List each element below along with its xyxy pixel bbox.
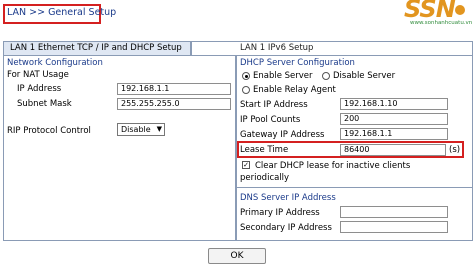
pool-count-label: IP Pool Counts: [240, 115, 301, 125]
gateway-ip-label: Gateway IP Address: [240, 130, 325, 140]
lease-time-label: Lease Time: [240, 145, 289, 155]
disable-server-radio[interactable]: [322, 72, 330, 80]
tab-lan1-ethernet[interactable]: LAN 1 Ethernet TCP / IP and DHCP Setup: [3, 41, 191, 55]
breadcrumb: LAN >> General Setup: [7, 7, 117, 18]
gateway-ip-input[interactable]: 192.168.1.1: [340, 128, 448, 140]
ok-button[interactable]: OK: [208, 248, 266, 264]
tab-lan1-ipv6-label: LAN 1 IPv6 Setup: [240, 43, 314, 53]
network-config-title: Network Configuration: [7, 58, 103, 68]
dropdown-arrow-icon: ▼: [156, 125, 162, 133]
logo-tagline: www.sonhanhcuatu.vn: [410, 20, 473, 26]
nat-usage-label: For NAT Usage: [7, 70, 69, 80]
dns-divider: [237, 187, 473, 188]
enable-server-label: Enable Server: [253, 71, 313, 81]
secondary-dns-label: Secondary IP Address: [240, 223, 332, 233]
primary-dns-label: Primary IP Address: [240, 208, 320, 218]
relay-agent-label: Enable Relay Agent: [253, 85, 336, 95]
subnet-mask-label: Subnet Mask: [17, 99, 72, 109]
brand-logo: SSN www.sonhanhcuatu.vn: [396, 0, 474, 30]
rip-protocol-label: RIP Protocol Control: [7, 126, 91, 136]
lease-time-input[interactable]: 86400: [340, 144, 446, 156]
primary-dns-input[interactable]: [340, 206, 448, 218]
clear-lease-label: Clear DHCP lease for inactive clients: [255, 161, 411, 171]
rip-protocol-select[interactable]: Disable ▼: [117, 123, 165, 136]
checkmark-icon: ✓: [243, 161, 249, 169]
rip-protocol-value: Disable: [121, 125, 151, 134]
logo-dot-icon: [455, 5, 465, 15]
relay-agent-radio[interactable]: [242, 86, 250, 94]
dns-server-title: DNS Server IP Address: [240, 193, 336, 203]
subnet-mask-input[interactable]: 255.255.255.0: [117, 98, 231, 110]
disable-server-label: Disable Server: [333, 71, 396, 81]
start-ip-input[interactable]: 192.168.1.10: [340, 98, 448, 110]
clear-lease-checkbox[interactable]: ✓: [242, 161, 250, 169]
start-ip-label: Start IP Address: [240, 100, 308, 110]
enable-server-radio[interactable]: [242, 72, 250, 80]
ip-address-label: IP Address: [17, 84, 62, 94]
dhcp-config-title: DHCP Server Configuration: [240, 58, 355, 68]
lease-time-unit: (s): [449, 145, 461, 155]
clear-lease-label-cont: periodically: [240, 173, 290, 183]
pool-count-input[interactable]: 200: [340, 113, 448, 125]
ip-address-input[interactable]: 192.168.1.1: [117, 83, 231, 95]
tab-lan1-ipv6[interactable]: LAN 1 IPv6 Setup: [191, 41, 473, 55]
secondary-dns-input[interactable]: [340, 221, 448, 233]
